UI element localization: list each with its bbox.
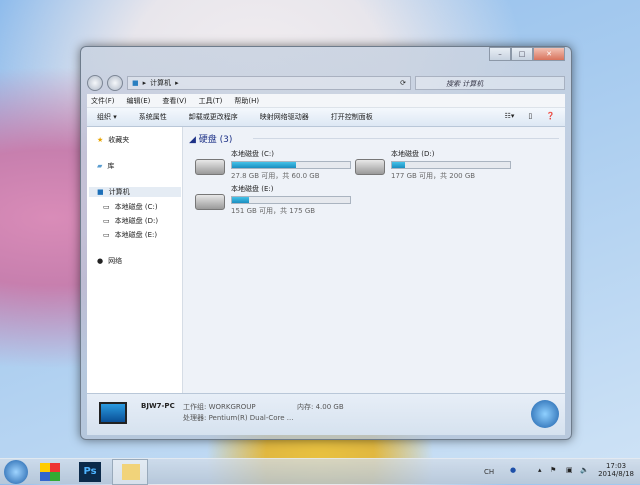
drive-icon: ▭ bbox=[103, 231, 110, 239]
breadcrumb-computer[interactable]: 计算机 bbox=[150, 78, 171, 88]
uninstall-button[interactable]: 卸载或更改程序 bbox=[189, 112, 238, 122]
refresh-icon[interactable]: ⟳ bbox=[400, 79, 406, 87]
usage-bar bbox=[231, 196, 351, 204]
network-tray-icon[interactable]: ▣ bbox=[566, 466, 573, 474]
drive-d[interactable]: 本地磁盘 (D:) 177 GB 可用，共 200 GB bbox=[355, 149, 511, 181]
photoshop-taskbar-button[interactable]: Ps bbox=[79, 462, 101, 482]
windows-logo-icon bbox=[531, 400, 559, 428]
minimize-button[interactable]: – bbox=[489, 47, 511, 61]
folder-icon bbox=[122, 464, 140, 480]
control-panel-button[interactable]: 打开控制面板 bbox=[331, 112, 373, 122]
usage-bar bbox=[391, 161, 511, 169]
explorer-taskbar-button[interactable] bbox=[112, 459, 148, 485]
sidebar-item-computer[interactable]: ■ 计算机 bbox=[89, 187, 181, 197]
clock[interactable]: 17:03 2014/8/18 bbox=[598, 462, 634, 478]
address-bar[interactable]: ■ ▸ 计算机 ▸ ⟳ bbox=[127, 76, 411, 90]
organize-button[interactable]: 组织 ▾ bbox=[97, 112, 117, 122]
menu-tools[interactable]: 工具(T) bbox=[199, 96, 223, 106]
window-controls: – □ ✕ bbox=[489, 47, 565, 61]
details-pane: BJW7-PC 工作组: WORKGROUP 内存: 4.00 GB 处理器: … bbox=[87, 393, 565, 435]
monitor-icon bbox=[99, 402, 127, 424]
sidebar-item-network[interactable]: ● 网络 bbox=[97, 256, 122, 266]
drive-icon bbox=[355, 159, 385, 175]
taskbar: Ps CH ● ▴ ⚑ ▣ 🔈 17:03 2014/8/18 bbox=[0, 458, 640, 485]
flag-icon[interactable]: ⚑ bbox=[550, 466, 556, 474]
app-icon[interactable] bbox=[40, 463, 60, 481]
sidebar-item-favorites[interactable]: ★ 收藏夹 bbox=[97, 135, 129, 145]
menu-edit[interactable]: 编辑(E) bbox=[127, 96, 151, 106]
computer-icon: ■ bbox=[132, 79, 139, 87]
help-tray-icon[interactable]: ● bbox=[510, 466, 516, 474]
command-bar: 组织 ▾ 系统属性 卸载或更改程序 映射网络驱动器 打开控制面板 ☷▾ ▯ ❓ bbox=[87, 108, 565, 127]
menu-bar: 文件(F) 编辑(E) 查看(V) 工具(T) 帮助(H) bbox=[87, 94, 565, 108]
sidebar-item-drive-c[interactable]: ▭ 本地磁盘 (C:) bbox=[103, 202, 158, 212]
sidebar-item-drive-e[interactable]: ▭ 本地磁盘 (E:) bbox=[103, 230, 157, 240]
menu-view[interactable]: 查看(V) bbox=[162, 96, 186, 106]
group-header-hard-disks[interactable]: ◢ 硬盘 (3) bbox=[189, 132, 232, 145]
library-icon: ▰ bbox=[97, 162, 103, 170]
system-properties-button[interactable]: 系统属性 bbox=[139, 112, 167, 122]
ime-indicator[interactable]: CH bbox=[484, 468, 494, 476]
map-drive-button[interactable]: 映射网络驱动器 bbox=[260, 112, 309, 122]
sidebar-item-drive-d[interactable]: ▭ 本地磁盘 (D:) bbox=[103, 216, 158, 226]
preview-pane-icon[interactable]: ▯ bbox=[528, 112, 532, 120]
drive-icon: ▭ bbox=[103, 217, 110, 225]
usage-bar bbox=[231, 161, 351, 169]
menu-file[interactable]: 文件(F) bbox=[91, 96, 115, 106]
show-hidden-icons[interactable]: ▴ bbox=[538, 466, 542, 474]
star-icon: ★ bbox=[97, 136, 104, 144]
start-button[interactable] bbox=[4, 460, 28, 484]
content-pane: ◢ 硬盘 (3) 本地磁盘 (C:) 27.8 GB 可用，共 60.0 GB 本… bbox=[183, 127, 565, 393]
search-input[interactable]: 搜索 计算机 bbox=[415, 76, 565, 90]
explorer-window: – □ ✕ ■ ▸ 计算机 ▸ ⟳ 搜索 计算机 文件(F) 编辑(E) 查看(V) 工… bbox=[80, 46, 572, 440]
menu-help[interactable]: 帮助(H) bbox=[234, 96, 259, 106]
windows-drive-icon bbox=[195, 159, 225, 175]
navigation-pane: ★ 收藏夹 ▰ 库 ■ 计算机 ▭ 本地磁盘 (C:) ▭ 本地磁盘 (D:) ▭ 本地磁盘… bbox=[87, 127, 183, 393]
computer-icon: ■ bbox=[97, 188, 104, 196]
drive-icon bbox=[195, 194, 225, 210]
maximize-button[interactable]: □ bbox=[511, 47, 533, 61]
globe-icon: ● bbox=[97, 257, 104, 265]
sidebar-item-libraries[interactable]: ▰ 库 bbox=[97, 161, 114, 171]
drive-c[interactable]: 本地磁盘 (C:) 27.8 GB 可用，共 60.0 GB bbox=[195, 149, 351, 181]
drive-icon: ▭ bbox=[103, 203, 110, 211]
drive-e[interactable]: 本地磁盘 (E:) 151 GB 可用，共 175 GB bbox=[195, 184, 351, 216]
help-icon[interactable]: ❓ bbox=[546, 112, 555, 120]
forward-button[interactable] bbox=[107, 75, 123, 91]
view-options-icon[interactable]: ☷▾ bbox=[505, 112, 515, 120]
back-button[interactable] bbox=[87, 75, 103, 91]
close-button[interactable]: ✕ bbox=[533, 47, 565, 61]
volume-icon[interactable]: 🔈 bbox=[580, 466, 589, 474]
